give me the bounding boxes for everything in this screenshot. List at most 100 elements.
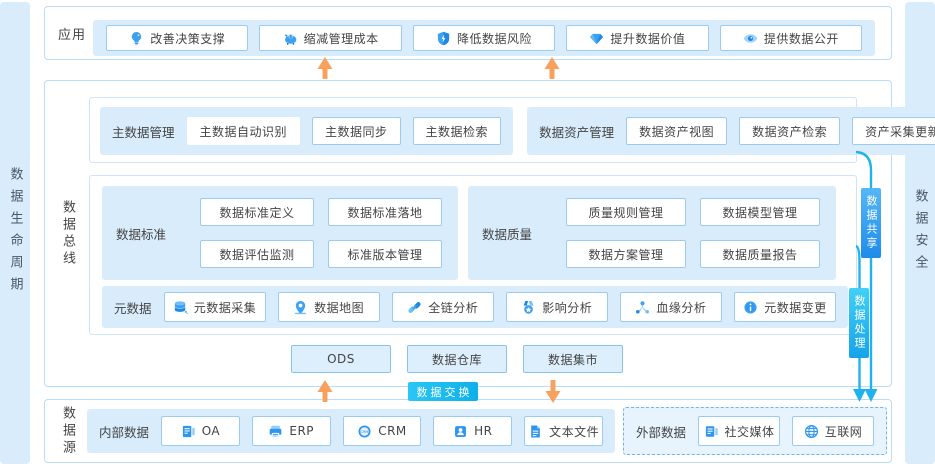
data-asset-item-0[interactable]: 数据资产视图	[626, 117, 727, 145]
metadata-item-5[interactable]: 元数据变更	[734, 292, 836, 322]
bulb-icon	[129, 31, 144, 46]
file-text-icon	[528, 424, 543, 439]
eye-icon	[743, 31, 758, 46]
application-item-3[interactable]: 提升数据价值	[566, 25, 708, 51]
button-label: 数据标准定义	[220, 204, 295, 221]
application-item-4[interactable]: 提供数据公开	[720, 25, 862, 51]
data-quality-panel: 数据质量 质量规则管理 数据模型管理数据方案管理 数据质量报告	[468, 186, 836, 280]
button-label: 数据资产视图	[639, 123, 714, 140]
metadata-item-3[interactable]: 影响分析	[506, 292, 608, 322]
internal-data-item-3[interactable]: HR	[433, 416, 512, 446]
external-data-panel-label: 外部数据	[636, 422, 686, 441]
external-data-item-1[interactable]: 互联网	[792, 416, 874, 446]
application-section-label: 应用	[58, 7, 86, 59]
button-label: 互联网	[825, 423, 863, 440]
medal-icon	[521, 300, 536, 315]
data-exchange-badge: 数据交换	[408, 382, 478, 401]
up-arrow-icon	[318, 57, 333, 79]
standard-quality-metadata-row: 数据标准 数据标准定义数据标准落地数据评估监测标准版本管理 数据质量 质量规则管…	[89, 175, 857, 335]
button-label: OA	[202, 424, 220, 438]
button-label: 元数据变更	[764, 299, 827, 316]
gem-icon	[589, 31, 604, 46]
application-button-strip: 改善决策支撑 $ 缩减管理成本 降低数据风险 提升数据价值 提供数据公开	[93, 20, 875, 56]
button-label: 主数据自动识别	[200, 123, 288, 140]
button-label: 血缘分析	[656, 299, 706, 316]
external-data-item-0[interactable]: 社交媒体	[698, 416, 780, 446]
internal-data-item-1[interactable]: ERP	[252, 416, 331, 446]
rail-data-security-label: 数据安全	[911, 189, 930, 277]
internal-data-buttons: OA ERP CRM CRM HR 文本文件	[161, 416, 603, 446]
svg-text:$: $	[289, 34, 292, 40]
data-process-badge: 数据处理	[849, 288, 869, 358]
application-item-2[interactable]: 降低数据风险	[413, 25, 555, 51]
data-platform-architecture-diagram: 数据生命周期 数据安全 应用 改善决策支撑 $ 缩减管理成本 降低数据风险 提升数据价值…	[0, 0, 935, 466]
data-standard-item-3[interactable]: 标准版本管理	[328, 240, 442, 268]
button-label: 主数据检索	[426, 123, 489, 140]
button-label: 社交媒体	[725, 423, 775, 440]
data-source-section: 数据源 内部数据 OAERPCRMCRMHR文本文件 外部数据 社交媒体互联网	[44, 399, 892, 463]
storage-item-1[interactable]: 数据仓库	[407, 345, 507, 373]
document-icon	[181, 424, 196, 439]
data-standard-item-0[interactable]: 数据标准定义	[200, 198, 314, 226]
rail-data-lifecycle-label: 数据生命周期	[6, 167, 25, 299]
master-data-buttons: 主数据自动识别 主数据同步 主数据检索	[187, 117, 502, 145]
metadata-item-0[interactable]: 元数据采集	[164, 292, 266, 322]
master-data-item-1[interactable]: 主数据同步	[312, 117, 401, 145]
button-label: 数据标准落地	[347, 204, 422, 221]
metadata-panel-label: 元数据	[114, 298, 152, 317]
piggy-bank-icon: $	[283, 31, 298, 46]
data-asset-item-1[interactable]: 数据资产检索	[739, 117, 840, 145]
data-quality-item-1[interactable]: 数据模型管理	[700, 198, 820, 226]
metadata-item-1[interactable]: 数据地图	[278, 292, 380, 322]
info-circle-icon	[743, 300, 758, 315]
button-label: 质量规则管理	[589, 204, 664, 221]
button-label: 标准版本管理	[347, 246, 422, 263]
internal-data-item-2[interactable]: CRM CRM	[343, 416, 422, 446]
internal-data-item-4[interactable]: 文本文件	[524, 416, 603, 446]
rail-data-lifecycle: 数据生命周期	[0, 2, 30, 464]
button-label: 文本文件	[549, 423, 599, 440]
data-quality-item-2[interactable]: 数据方案管理	[566, 240, 686, 268]
link-icon	[407, 300, 422, 315]
button-label: CRM	[378, 424, 407, 438]
social-media-icon	[704, 424, 719, 439]
metadata-item-4[interactable]: 血缘分析	[620, 292, 722, 322]
button-label: 提升数据价值	[610, 30, 685, 47]
storage-item-2[interactable]: 数据集市	[523, 345, 623, 373]
internal-data-panel-label: 内部数据	[99, 422, 149, 441]
master-data-item-2[interactable]: 主数据检索	[413, 117, 502, 145]
shield-icon	[436, 31, 451, 46]
application-section: 应用 改善决策支撑 $ 缩减管理成本 降低数据风险 提升数据价值 提供数据公开	[44, 6, 892, 60]
button-label: 影响分析	[542, 299, 592, 316]
svg-text:CRM: CRM	[361, 430, 369, 434]
master-data-item-0[interactable]: 主数据自动识别	[187, 117, 301, 145]
data-standard-item-2[interactable]: 数据评估监测	[200, 240, 314, 268]
master-data-panel-label: 主数据管理	[112, 122, 175, 141]
branch-icon	[635, 300, 650, 315]
data-asset-item-2[interactable]: 资产采集更新	[852, 117, 935, 145]
application-item-0[interactable]: 改善决策支撑	[106, 25, 248, 51]
data-quality-item-0[interactable]: 质量规则管理	[566, 198, 686, 226]
button-label: 数据资产检索	[752, 123, 827, 140]
master-data-and-asset-row: 主数据管理 主数据自动识别主数据同步主数据检索 数据资产管理 数据资产视图数据资…	[89, 97, 857, 163]
data-quality-item-3[interactable]: 数据质量报告	[700, 240, 820, 268]
data-standard-panel: 数据标准 数据标准定义数据标准落地数据评估监测标准版本管理	[102, 186, 458, 280]
button-label: 主数据同步	[325, 123, 388, 140]
button-label: ERP	[289, 424, 314, 438]
map-pin-icon	[293, 300, 308, 315]
external-data-buttons: 社交媒体 互联网	[698, 416, 874, 446]
internal-data-item-0[interactable]: OA	[161, 416, 240, 446]
data-share-badge: 数据共享	[861, 188, 881, 258]
id-badge-icon	[453, 424, 468, 439]
button-label: 数据方案管理	[589, 246, 664, 263]
storage-item-0[interactable]: ODS	[291, 345, 391, 373]
data-standard-item-1[interactable]: 数据标准落地	[328, 198, 442, 226]
metadata-item-2[interactable]: 全链分析	[392, 292, 494, 322]
application-item-1[interactable]: $ 缩减管理成本	[259, 25, 401, 51]
button-label: 缩减管理成本	[304, 30, 379, 47]
data-quality-buttons: 质量规则管理 数据模型管理数据方案管理 数据质量报告	[556, 188, 830, 278]
data-asset-buttons: 数据资产视图 数据资产检索 资产采集更新	[626, 117, 935, 145]
data-quality-panel-label: 数据质量	[482, 224, 532, 243]
globe-icon	[804, 424, 819, 439]
button-label: 改善决策支撑	[150, 30, 225, 47]
